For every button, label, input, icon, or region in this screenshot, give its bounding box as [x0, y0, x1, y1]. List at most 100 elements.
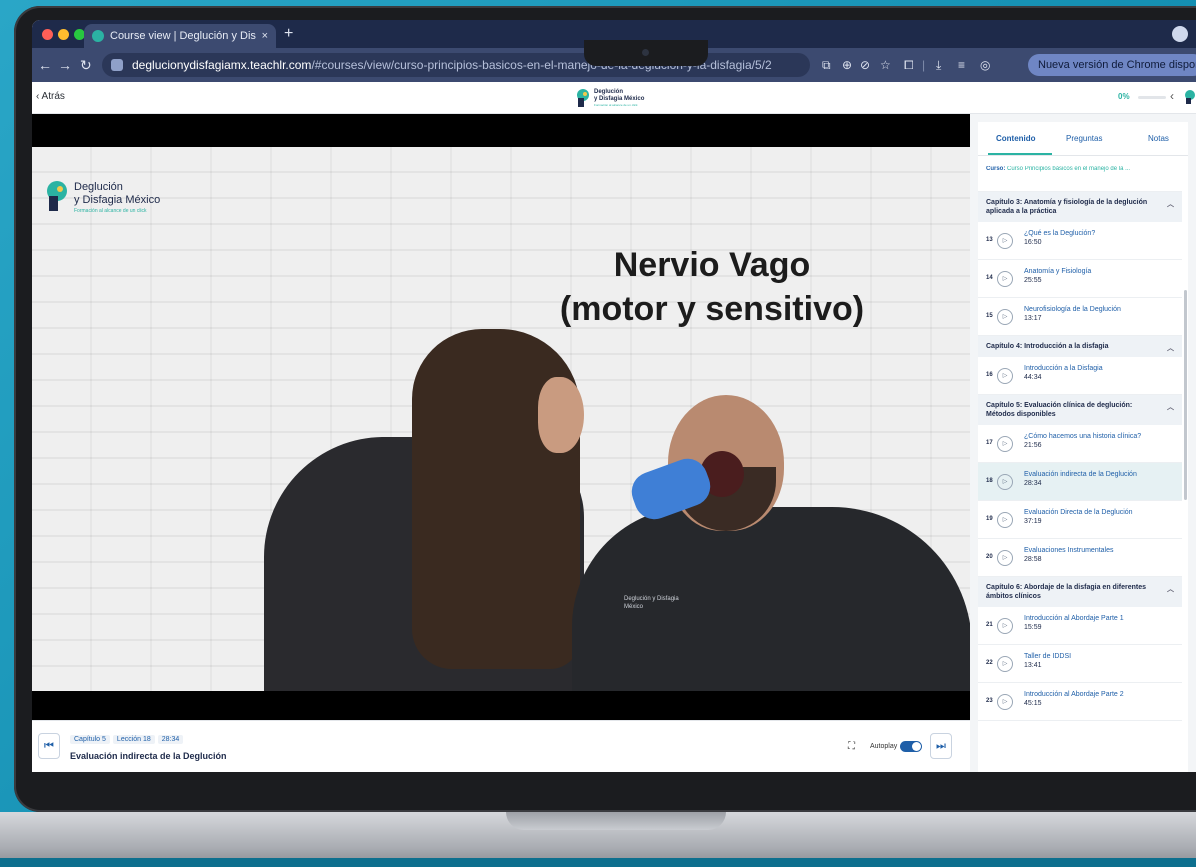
lesson-controls-bar: ⏮ Capítulo 5 Lección 18 28:34 Evaluación i… [32, 720, 970, 772]
minimize-window-icon[interactable] [58, 29, 69, 40]
chrome-update-button[interactable]: Nueva versión de Chrome disponible [1028, 54, 1196, 76]
toggle-knob [912, 742, 921, 751]
new-tab-button[interactable]: + [284, 24, 293, 44]
play-icon[interactable]: ▷ [997, 270, 1013, 287]
scrolled-lesson-row [978, 182, 1182, 192]
play-icon[interactable]: ▷ [997, 473, 1013, 490]
lesson-title: Anatomía y Fisiología [1024, 268, 1092, 275]
lesson-duration: 45:15 [1024, 700, 1042, 707]
laptop-shadow [0, 858, 1196, 867]
logo-tagline: Formación al alcance de un click [594, 103, 638, 107]
lesson-item[interactable]: 20 ▷ Evaluaciones Instrumentales 28:58 [978, 539, 1182, 577]
camera-icon [642, 49, 649, 56]
lesson-duration: 28:34 [1024, 480, 1042, 487]
lesson-duration: 37:19 [1024, 518, 1042, 525]
close-window-icon[interactable] [42, 29, 53, 40]
chevron-up-icon[interactable]: ︿ [1167, 344, 1174, 353]
sidebar-scrollbar[interactable] [1184, 290, 1187, 500]
lesson-number: 21 [986, 621, 993, 628]
lesson-title: Taller de IDDSI [1024, 653, 1072, 660]
back-link[interactable]: ‹ Atrás [36, 91, 65, 102]
chapter-header[interactable]: Capítulo 3: Anatomía y fisiología de la … [978, 192, 1182, 222]
chevron-up-icon[interactable]: ︿ [1167, 200, 1174, 209]
zoom-icon[interactable]: ⊕ [842, 56, 852, 74]
lesson-list: Capítulo 3: Anatomía y fisiología de la … [978, 182, 1182, 772]
extensions-icon[interactable]: ⧠ [904, 56, 914, 74]
course-name: Curso: Curso Principios básicos en el ma… [986, 166, 1182, 172]
lesson-duration: 16:50 [1024, 239, 1042, 246]
tab-contenido[interactable]: Contenido [996, 134, 1036, 143]
play-icon[interactable]: ▷ [997, 308, 1013, 325]
chevron-up-icon[interactable]: ︿ [1167, 585, 1174, 594]
camera-notch [584, 40, 708, 66]
browser-tab[interactable]: Course view | Deglución y Dis × [84, 24, 276, 48]
lesson-meta: Capítulo 5 Lección 18 28:34 [70, 735, 186, 744]
lesson-number: 20 [986, 553, 993, 560]
play-icon[interactable]: ▷ [997, 511, 1013, 528]
tab-close-icon[interactable]: × [262, 24, 268, 48]
lesson-duration: 44:34 [1024, 374, 1042, 381]
chapter-header[interactable]: Capítulo 4: Introducción a la disfagia ︿ [978, 336, 1182, 357]
sidebar-tabs: Contenido Preguntas Notas [978, 122, 1188, 156]
shirt-logo: Deglución y Disfagia México [624, 596, 679, 610]
lesson-item[interactable]: 19 ▷ Evaluación Directa de la Deglución 37:… [978, 501, 1182, 539]
lesson-item[interactable]: 13 ▷ ¿Qué es la Deglución? 16:50 [978, 222, 1182, 260]
play-icon[interactable]: ▷ [997, 617, 1013, 634]
lesson-title: Neurofisiología de la Deglución [1024, 306, 1121, 313]
lesson-item[interactable]: 14 ▷ Anatomía y Fisiología 25:55 [978, 260, 1182, 298]
cast-icon[interactable]: ⧉ [822, 56, 831, 74]
course-name-text: Curso Principios básicos en el manejo de… [1007, 166, 1131, 172]
collapse-sidebar-icon[interactable]: ‹ [1170, 89, 1174, 103]
profile-avatar[interactable] [1172, 26, 1188, 42]
play-icon[interactable]: ▷ [997, 367, 1013, 384]
lesson-item[interactable]: 23 ▷ Introducción al Abordaje Parte 2 45:15 [978, 683, 1182, 721]
video-slide-title: Nervio Vago (motor y sensitivo) [532, 243, 892, 331]
download-icon[interactable]: ⤓ [936, 56, 941, 74]
next-lesson-button[interactable]: ⏭ [930, 733, 952, 759]
course-label: Curso: [986, 166, 1006, 172]
head-logo-icon [47, 181, 67, 211]
lesson-number: 14 [986, 274, 993, 281]
site-info-icon[interactable] [111, 59, 123, 71]
lesson-title: ¿Cómo hacemos una historia clínica? [1024, 433, 1142, 440]
chapter-badge: Capítulo 5 [70, 735, 110, 744]
play-icon[interactable]: ▷ [997, 435, 1013, 452]
lesson-number: 18 [986, 477, 993, 484]
video-frame[interactable]: Deglución y Disfagia México Formación al… [32, 147, 970, 691]
user-avatar-icon[interactable] [1184, 90, 1196, 104]
lesson-title: ¿Qué es la Deglución? [1024, 230, 1096, 237]
reload-icon[interactable]: ↻ [80, 56, 92, 74]
autoplay-toggle[interactable] [900, 741, 922, 752]
forward-arrow-icon[interactable]: → [58, 56, 72, 74]
lesson-item[interactable]: 17 ▷ ¿Cómo hacemos una historia clínica? 21… [978, 425, 1182, 463]
lesson-item[interactable]: 22 ▷ Taller de IDDSI 13:41 [978, 645, 1182, 683]
play-icon[interactable]: ▷ [997, 549, 1013, 566]
lesson-number: 23 [986, 697, 993, 704]
chapter-header[interactable]: Capítulo 6: Abordaje de la disfagia en d… [978, 577, 1182, 607]
play-icon[interactable]: ▷ [997, 655, 1013, 672]
eye-off-icon[interactable]: ⊘ [860, 56, 870, 74]
bookmark-star-icon[interactable]: ☆ [880, 56, 891, 74]
reading-list-icon[interactable]: ≡ [958, 56, 965, 74]
logo-line-1: Deglución [594, 89, 624, 95]
lesson-item[interactable]: 16 ▷ Introducción a la Disfagia 44:34 [978, 357, 1182, 395]
lesson-item[interactable]: 15 ▷ Neurofisiología de la Deglución 13:17 [978, 298, 1182, 336]
lesson-item[interactable]: 18 ▷ Evaluación indirecta de la Deglución 2… [978, 463, 1182, 501]
header-logo[interactable]: Deglución y Disfagia México Formación al… [576, 88, 666, 108]
back-arrow-icon[interactable]: ← [38, 56, 52, 74]
account-icon[interactable]: ◎ [980, 56, 990, 74]
lesson-title: Evaluaciones Instrumentales [1024, 547, 1114, 554]
play-icon[interactable]: ▷ [997, 232, 1013, 249]
laptop-screen: Course view | Deglución y Dis × + ← → ↻ … [32, 20, 1196, 772]
fullscreen-icon[interactable]: ⛶ [848, 741, 855, 752]
play-icon[interactable]: ▷ [997, 693, 1013, 710]
lesson-number: 16 [986, 371, 993, 378]
laptop-base-groove [506, 812, 726, 830]
chevron-up-icon[interactable]: ︿ [1167, 403, 1174, 412]
lesson-item[interactable]: 21 ▷ Introducción al Abordaje Parte 1 15:59 [978, 607, 1182, 645]
video-player[interactable]: Deglución y Disfagia México Formación al… [32, 114, 970, 720]
tab-preguntas[interactable]: Preguntas [1066, 134, 1102, 143]
previous-lesson-button[interactable]: ⏮ [38, 733, 60, 759]
chapter-header[interactable]: Capítulo 5: Evaluación clínica de degluc… [978, 395, 1182, 425]
tab-notas[interactable]: Notas [1148, 134, 1169, 143]
